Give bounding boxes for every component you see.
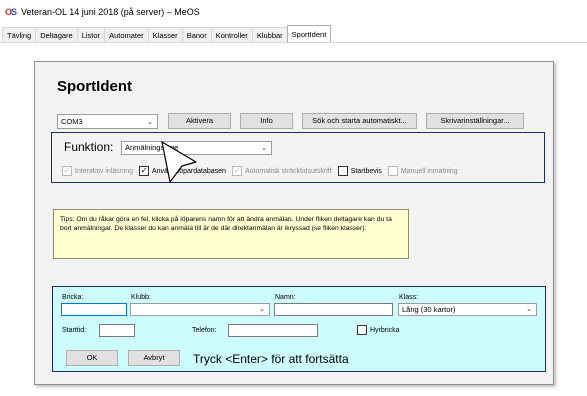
main-tab-bar: Tävling Deltagare Listor Automater Klass…: [0, 25, 587, 43]
tab-sportident[interactable]: SportIdent: [286, 25, 332, 42]
tab-klasser[interactable]: Klasser: [147, 27, 183, 42]
option-auto-split-print[interactable]: ✓ Automatisk sträcktidsutskrift: [231, 166, 332, 176]
tab-kontroller[interactable]: Kontroller: [210, 27, 253, 42]
option-start-receipt[interactable]: Startbevis: [337, 166, 382, 176]
name-input[interactable]: [274, 303, 393, 316]
mouse-pointer-icon: [161, 141, 197, 183]
tab-tavling[interactable]: Tävling: [2, 27, 37, 42]
chevron-down-icon: ⌄: [526, 306, 532, 313]
printer-settings-button[interactable]: Skrivarinställningar...: [426, 113, 524, 129]
meos-app-icon: OS: [5, 6, 18, 17]
rent-card-label: Hyrbricka: [370, 326, 400, 334]
option-interactive-read[interactable]: ✓ Interaktiv inläsning: [62, 166, 133, 176]
tips-box: Tips: Om du råkar göra en fel, klicka på…: [53, 209, 409, 259]
tab-banor[interactable]: Banor: [181, 27, 212, 42]
phone-input[interactable]: [228, 324, 318, 337]
club-select[interactable]: ⌄: [130, 303, 270, 316]
tab-listor[interactable]: Listor: [76, 27, 106, 42]
option-manual-input[interactable]: Manuell inmatning: [387, 166, 458, 176]
option-label: Automatisk sträcktidsutskrift: [244, 167, 332, 175]
options-row: ✓ Interaktiv inläsning ✓ Använd löpardat…: [62, 166, 464, 176]
rent-card-checkbox[interactable]: Hyrbricka: [357, 325, 400, 335]
com-port-value: COM3: [61, 117, 83, 126]
function-label: Funktion:: [64, 140, 114, 154]
search-start-button[interactable]: Sök och starta automatiskt...: [302, 113, 417, 129]
tab-content: SportIdent COM3 ⌄ Aktivera Info Sök och …: [0, 44, 587, 396]
name-label: Namn:: [275, 294, 296, 301]
option-label: Interaktiv inläsning: [75, 167, 133, 175]
start-time-label: Starttid:: [62, 327, 87, 334]
window-titlebar: OS Veteran-OL 14 juni 2018 (på server) –…: [0, 0, 587, 24]
club-label: Klubb:: [131, 294, 151, 301]
class-label: Klass:: [399, 294, 419, 301]
class-select[interactable]: Lång (30 kartor) ⌄: [398, 303, 537, 316]
option-label: Startbevis: [350, 167, 382, 175]
tab-klubbar[interactable]: Klubbar: [251, 27, 288, 42]
entry-form: Bricka: Klubb: ⌄ Namn: Klass: Lång (30 k…: [52, 286, 546, 372]
window-title: Veteran-OL 14 juni 2018 (på server) – Me…: [21, 7, 200, 17]
checkbox-icon: [387, 166, 398, 176]
enter-hint: Tryck <Enter> för att fortsätta: [193, 352, 349, 366]
ok-button[interactable]: OK: [66, 350, 118, 366]
sportident-panel: SportIdent COM3 ⌄ Aktivera Info Sök och …: [34, 61, 554, 385]
chevron-down-icon: ⌄: [259, 306, 265, 313]
info-button[interactable]: Info: [240, 113, 293, 129]
card-label: Bricka:: [62, 294, 84, 301]
checkbox-icon: [357, 325, 367, 335]
com-port-select[interactable]: COM3 ⌄: [57, 114, 158, 129]
panel-title: SportIdent: [57, 78, 132, 95]
tab-automater[interactable]: Automater: [104, 27, 149, 42]
class-value: Lång (30 kartor): [402, 305, 456, 314]
activate-button[interactable]: Aktivera: [168, 113, 231, 129]
checkbox-icon: ✓: [231, 166, 242, 176]
card-input[interactable]: [61, 303, 127, 316]
start-time-input[interactable]: [99, 324, 135, 337]
chevron-down-icon: ⌄: [261, 145, 267, 152]
phone-label: Telefon:: [192, 327, 217, 334]
cancel-button[interactable]: Avbryt: [128, 350, 180, 366]
checkbox-icon: [337, 166, 348, 176]
checkbox-icon: ✓: [62, 166, 72, 176]
option-label: Manuell inmatning: [400, 167, 458, 175]
checkbox-icon: ✓: [138, 166, 149, 176]
tab-deltagare[interactable]: Deltagare: [35, 27, 78, 42]
function-group: Funktion: Anmälningsläge ⌄ ✓ Interaktiv …: [51, 132, 545, 183]
chevron-down-icon: ⌄: [147, 119, 153, 126]
